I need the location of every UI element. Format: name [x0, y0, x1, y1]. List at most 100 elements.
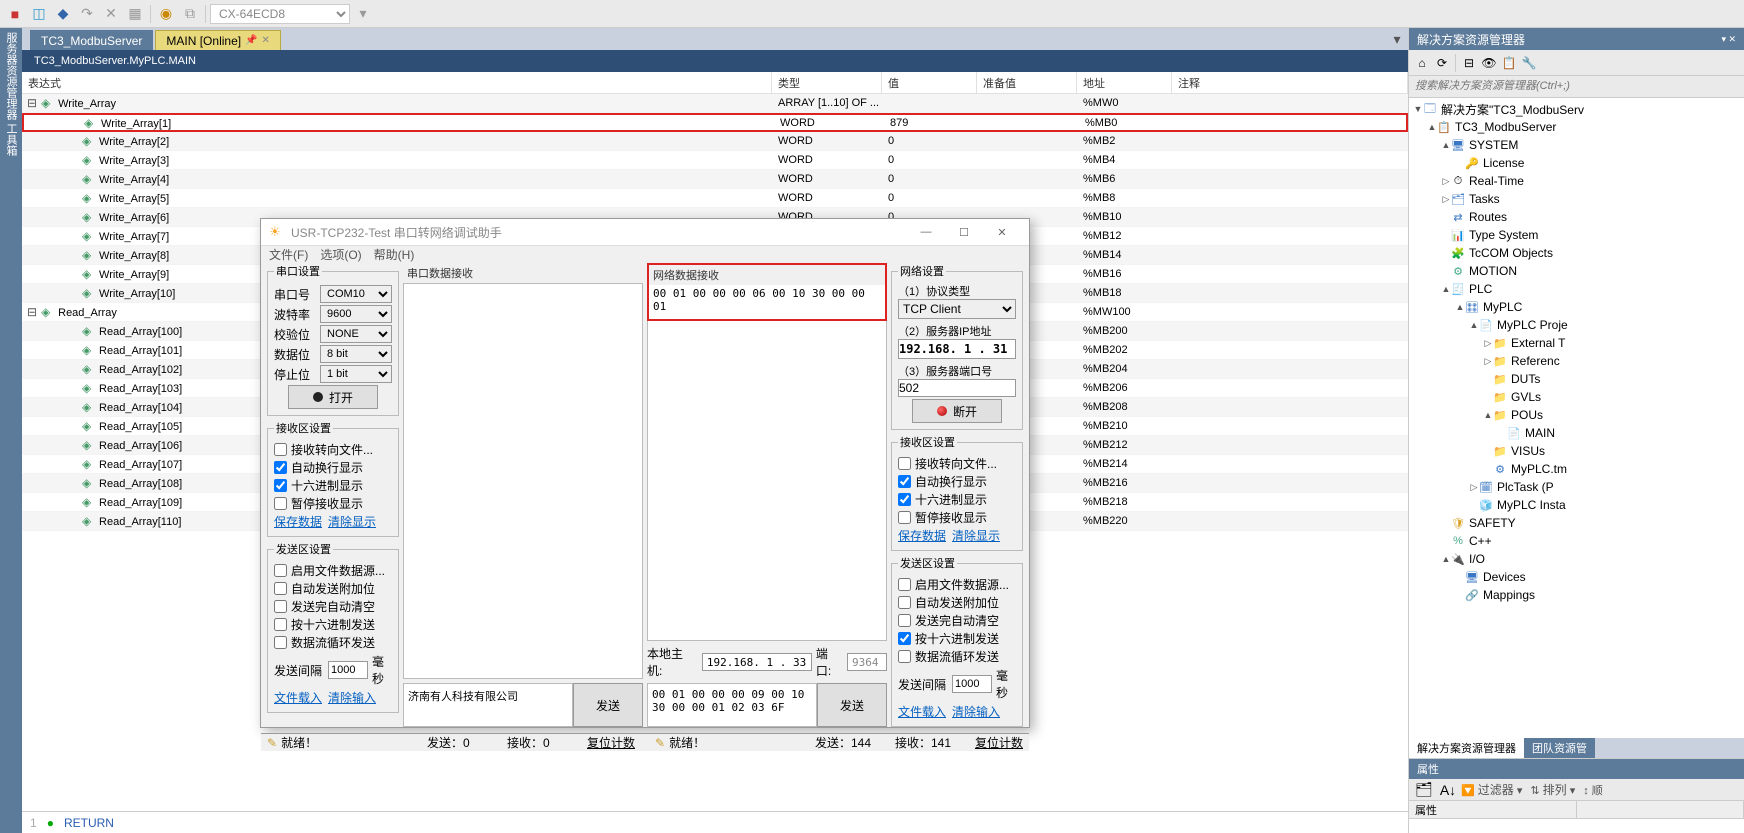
option-checkbox[interactable] [898, 578, 911, 591]
tool-icon-7[interactable]: ◉ [155, 3, 177, 25]
menu-options[interactable]: 选项(O) [320, 246, 361, 263]
option-checkbox[interactable] [274, 582, 287, 595]
option-checkbox[interactable] [274, 443, 287, 456]
left-sidebar[interactable]: 服务器资源管理器 工具箱 [0, 28, 22, 833]
reset-count-r[interactable]: 复位计数 [975, 734, 1023, 751]
tab-overflow-icon[interactable]: ▾ [1386, 28, 1408, 50]
net-recv-box[interactable] [647, 321, 887, 641]
home-icon[interactable]: ⌂ [1413, 54, 1431, 72]
tool-icon-3[interactable]: ◆ [52, 3, 74, 25]
option-checkbox[interactable] [274, 618, 287, 631]
local-host-input[interactable] [702, 653, 812, 671]
tree-item[interactable]: ▷🗂Tasks [1409, 190, 1744, 208]
databits-select[interactable]: 8 bit [320, 345, 392, 363]
parity-select[interactable]: NONE [320, 325, 392, 343]
net-send-text[interactable]: 00 01 00 00 00 09 00 10 30 00 00 01 02 0… [647, 683, 817, 727]
tree-item[interactable]: ▷⏱Real-Time [1409, 172, 1744, 190]
disconnect-button[interactable]: 断开 [912, 399, 1002, 423]
collapse-icon[interactable]: ⊟ [1460, 54, 1478, 72]
table-row[interactable]: ◈ Write_Array[5]WORD0%MB8 [22, 189, 1408, 208]
tree-item[interactable]: ▷📁External T [1409, 334, 1744, 352]
proto-select[interactable]: TCP Client [898, 299, 1016, 319]
tree-item[interactable]: 📁VISUs [1409, 442, 1744, 460]
close-dialog-icon[interactable]: ✕ [983, 219, 1021, 245]
save-data-link-r[interactable]: 保存数据 [898, 527, 946, 544]
tree-item[interactable]: 📁DUTs [1409, 370, 1744, 388]
table-row[interactable]: ⊟ ◈ Write_ArrayARRAY [1..10] OF ...%MW0 [22, 94, 1408, 113]
option-checkbox[interactable] [898, 493, 911, 506]
option-checkbox[interactable] [274, 636, 287, 649]
tree-item[interactable]: 🧊MyPLC Insta [1409, 496, 1744, 514]
wrench-icon[interactable]: 🔧 [1520, 54, 1538, 72]
tool-icon-1[interactable]: ■ [4, 3, 26, 25]
tree-item[interactable]: 🛡SAFETY [1409, 514, 1744, 532]
interval-input-l[interactable] [328, 661, 368, 679]
tree-item[interactable]: 🔗Mappings [1409, 586, 1744, 604]
tree-item[interactable]: ▼🗔解决方案"TC3_ModbuServ [1409, 100, 1744, 118]
option-checkbox[interactable] [274, 497, 287, 510]
option-checkbox[interactable] [898, 596, 911, 609]
option-checkbox[interactable] [898, 614, 911, 627]
interval-input-r[interactable] [952, 675, 992, 693]
tree-item[interactable]: ▷🗓PlcTask (P [1409, 478, 1744, 496]
tree-item[interactable]: ▲🧾PLC [1409, 280, 1744, 298]
clear-display-link[interactable]: 清除显示 [328, 513, 376, 530]
tree-item[interactable]: ▲📁POUs [1409, 406, 1744, 424]
tool-icon-6[interactable]: ▦ [124, 3, 146, 25]
option-checkbox[interactable] [898, 475, 911, 488]
table-row[interactable]: ◈ Write_Array[1]WORD879%MB0 [22, 113, 1408, 132]
tree-item[interactable]: ▲📋TC3_ModbuServer [1409, 118, 1744, 136]
tree-item[interactable]: ▲📄MyPLC Proje [1409, 316, 1744, 334]
maximize-icon[interactable]: ☐ [945, 219, 983, 245]
tree-item[interactable]: ▲🎛MyPLC [1409, 298, 1744, 316]
clear-input-link-r[interactable]: 清除输入 [952, 703, 1000, 720]
dialog-titlebar[interactable]: ☀ USR-TCP232-Test 串口转网络调试助手 — ☐ ✕ [261, 219, 1029, 246]
server-port-input[interactable] [898, 379, 1016, 397]
serial-recv-box[interactable] [403, 283, 643, 679]
file-load-link-r[interactable]: 文件载入 [898, 703, 946, 720]
refresh-icon[interactable]: ⟳ [1433, 54, 1451, 72]
device-combo[interactable]: CX-64ECD8 [210, 4, 350, 24]
table-row[interactable]: ◈ Write_Array[2]WORD0%MB2 [22, 132, 1408, 151]
option-checkbox[interactable] [274, 600, 287, 613]
tree-item[interactable]: 📊Type System [1409, 226, 1744, 244]
serial-send-button[interactable]: 发送 [573, 683, 643, 727]
option-checkbox[interactable] [274, 479, 287, 492]
tool-icon-2[interactable]: ◫ [28, 3, 50, 25]
tree-item[interactable]: 📄MAIN [1409, 424, 1744, 442]
solution-search-input[interactable] [1409, 76, 1744, 96]
tree-item[interactable]: ⚙MyPLC.tm [1409, 460, 1744, 478]
tool-icon-8[interactable]: ⧉ [179, 3, 201, 25]
tool-icon-5[interactable]: ✕ [100, 3, 122, 25]
tree-item[interactable]: 🖥Devices [1409, 568, 1744, 586]
file-load-link-l[interactable]: 文件载入 [274, 689, 322, 706]
option-checkbox[interactable] [274, 461, 287, 474]
minimize-icon[interactable]: — [907, 219, 945, 245]
tab-team-explorer[interactable]: 团队资源管 [1524, 738, 1595, 758]
tree-item[interactable]: ▷📁Referenc [1409, 352, 1744, 370]
show-icon[interactable]: 👁 [1480, 54, 1498, 72]
menu-file[interactable]: 文件(F) [269, 246, 308, 263]
cat-icon[interactable]: 🗂 [1413, 779, 1435, 801]
serial-send-text[interactable]: 济南有人科技有限公司 [403, 683, 573, 727]
az-icon[interactable]: A↓ [1437, 779, 1459, 801]
option-checkbox[interactable] [898, 632, 911, 645]
option-checkbox[interactable] [898, 511, 911, 524]
clear-input-link-l[interactable]: 清除输入 [328, 689, 376, 706]
serial-port-select[interactable]: COM10 [320, 285, 392, 303]
serial-open-button[interactable]: 打开 [288, 385, 378, 409]
server-ip-input[interactable] [898, 339, 1016, 359]
table-row[interactable]: ◈ Write_Array[4]WORD0%MB6 [22, 170, 1408, 189]
table-row[interactable]: ◈ Write_Array[3]WORD0%MB4 [22, 151, 1408, 170]
tab-main-online[interactable]: MAIN [Online]📌✕ [155, 30, 281, 50]
tree-item[interactable]: 🔑License [1409, 154, 1744, 172]
props-icon[interactable]: 📋 [1500, 54, 1518, 72]
net-send-button[interactable]: 发送 [817, 683, 887, 727]
tree-item[interactable]: 📁GVLs [1409, 388, 1744, 406]
clear-display-link-r[interactable]: 清除显示 [952, 527, 1000, 544]
baud-select[interactable]: 9600 [320, 305, 392, 323]
close-icon[interactable]: ✕ [262, 35, 270, 46]
tree-item[interactable]: ⇄Routes [1409, 208, 1744, 226]
tree-item[interactable]: 🧩TcCOM Objects [1409, 244, 1744, 262]
option-checkbox[interactable] [274, 564, 287, 577]
